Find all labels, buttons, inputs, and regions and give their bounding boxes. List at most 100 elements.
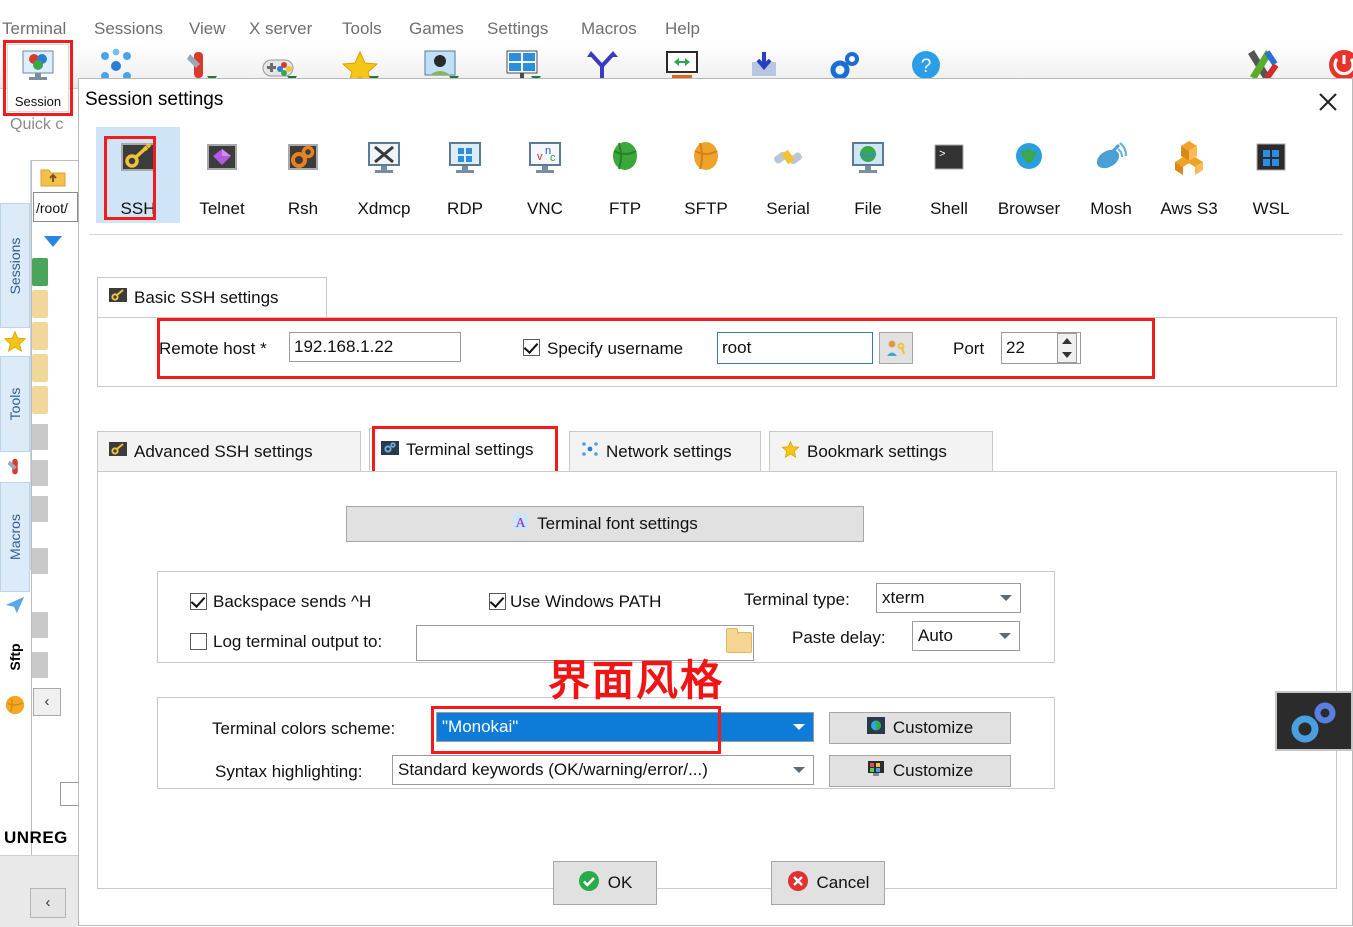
protocol-mosh[interactable]: Mosh bbox=[1069, 127, 1153, 223]
port-stepper[interactable] bbox=[1057, 333, 1077, 363]
check-circle-icon bbox=[578, 870, 600, 897]
key-icon bbox=[109, 287, 127, 308]
file-list-item[interactable] bbox=[32, 290, 48, 318]
menu-bar: Terminal Sessions View X server Tools Ga… bbox=[0, 14, 1353, 44]
file-list-item[interactable] bbox=[32, 652, 48, 678]
syntax-select[interactable]: Standard keywords (OK/warning/error/...) bbox=[392, 755, 814, 785]
protocol-label: RDP bbox=[447, 199, 483, 218]
specify-username-checkbox[interactable] bbox=[523, 339, 540, 356]
menu-item-terminal[interactable]: Terminal bbox=[2, 14, 66, 44]
protocol-rsh[interactable]: Rsh bbox=[261, 127, 345, 223]
menu-item-sessions[interactable]: Sessions bbox=[94, 14, 163, 44]
chevron-down-icon bbox=[793, 767, 805, 773]
sidebar-item-sessions[interactable]: Sessions bbox=[0, 203, 30, 328]
protocol-aws-s3[interactable]: Aws S3 bbox=[1147, 127, 1231, 223]
sidebar-item-macros[interactable]: Macros bbox=[0, 482, 30, 592]
syntax-colors-icon bbox=[867, 760, 885, 782]
ok-label: OK bbox=[607, 873, 633, 892]
file-list-item[interactable] bbox=[32, 424, 48, 450]
folder-icon[interactable] bbox=[726, 628, 752, 653]
aws-cubes-icon bbox=[1167, 135, 1211, 179]
menu-item-tools[interactable]: Tools bbox=[342, 14, 382, 44]
terminal-type-value: xterm bbox=[882, 588, 925, 607]
cancel-button[interactable]: Cancel bbox=[771, 861, 885, 905]
close-icon[interactable] bbox=[1314, 89, 1342, 117]
basic-ssh-settings-tab[interactable]: Basic SSH settings bbox=[97, 277, 327, 317]
quick-connect-label: Quick c bbox=[10, 116, 64, 133]
protocol-wsl[interactable]: WSL bbox=[1229, 127, 1313, 223]
backspace-checkbox[interactable] bbox=[190, 593, 207, 610]
protocol-sftp[interactable]: SFTP bbox=[664, 127, 748, 223]
port-stepper-up[interactable] bbox=[1058, 334, 1076, 348]
session-button[interactable]: Session bbox=[7, 44, 69, 112]
chevron-down-icon[interactable] bbox=[44, 236, 62, 247]
paste-delay-label: Paste delay: bbox=[792, 628, 886, 647]
ok-button[interactable]: OK bbox=[553, 861, 657, 905]
file-list-item[interactable] bbox=[32, 548, 48, 574]
menu-item-settings[interactable]: Settings bbox=[487, 14, 548, 44]
protocol-label: VNC bbox=[527, 199, 563, 218]
port-stepper-down[interactable] bbox=[1058, 348, 1076, 362]
user-browse-button[interactable] bbox=[879, 332, 913, 364]
paper-plane-icon bbox=[5, 596, 25, 614]
windows-path-checkbox[interactable] bbox=[489, 593, 506, 610]
terminal-type-select[interactable]: xterm bbox=[876, 583, 1021, 613]
gears-orange-icon bbox=[281, 135, 325, 179]
dialog-title: Session settings bbox=[85, 89, 224, 110]
protocol-browser[interactable]: Browser bbox=[987, 127, 1071, 223]
terminal-font-settings-button[interactable]: A Terminal font settings bbox=[346, 506, 864, 542]
file-list-item[interactable] bbox=[32, 460, 48, 486]
protocol-label: Aws S3 bbox=[1160, 199, 1218, 218]
terminal-type-label: Terminal type: bbox=[744, 590, 850, 609]
colors-customize-button[interactable]: Customize bbox=[829, 712, 1011, 744]
protocol-ftp[interactable]: FTP bbox=[583, 127, 667, 223]
tab-advanced-ssh-settings[interactable]: Advanced SSH settings bbox=[97, 431, 361, 471]
protocol-ssh[interactable]: SSH bbox=[96, 127, 180, 223]
sidebar-item-tools[interactable]: Tools bbox=[0, 356, 30, 452]
swiss-knife-icon bbox=[7, 458, 18, 475]
syntax-customize-label: Customize bbox=[892, 761, 974, 780]
scroll-left-button-bottom[interactable]: ‹ bbox=[30, 888, 66, 918]
file-list-item[interactable] bbox=[32, 612, 48, 638]
svg-text:>: > bbox=[939, 149, 946, 161]
protocol-telnet[interactable]: Telnet bbox=[180, 127, 264, 223]
remote-host-input[interactable] bbox=[289, 332, 461, 362]
tab-network-settings[interactable]: Network settings bbox=[569, 431, 761, 471]
file-list-item[interactable] bbox=[32, 386, 48, 414]
star-icon bbox=[781, 440, 800, 463]
path-display[interactable]: /root/ bbox=[33, 192, 78, 222]
menu-item-help[interactable]: Help bbox=[665, 14, 700, 44]
file-list-item[interactable] bbox=[32, 496, 48, 522]
tab-label: Bookmark settings bbox=[807, 441, 947, 461]
session-button-label: Session bbox=[14, 94, 62, 109]
green-globe-icon bbox=[603, 135, 647, 179]
protocol-xdmcp[interactable]: Xdmcp bbox=[342, 127, 426, 223]
file-list-item[interactable] bbox=[32, 354, 48, 382]
colors-scheme-label: Terminal colors scheme: bbox=[212, 719, 396, 738]
protocol-shell[interactable]: > Shell bbox=[907, 127, 991, 223]
file-list-item[interactable] bbox=[32, 258, 48, 286]
protocol-file[interactable]: File bbox=[826, 127, 910, 223]
protocol-label: SFTP bbox=[684, 199, 728, 218]
protocol-vnc[interactable]: v n c VNC bbox=[503, 127, 587, 223]
unregistered-label: UNREG bbox=[4, 828, 68, 847]
tab-bookmark-settings[interactable]: Bookmark settings bbox=[769, 431, 993, 471]
sidebar-item-sftp[interactable]: Sftp bbox=[0, 622, 30, 692]
scroll-left-button[interactable]: ‹ bbox=[33, 688, 61, 716]
svg-text:c: c bbox=[550, 152, 556, 164]
menu-item-macros[interactable]: Macros bbox=[581, 14, 637, 44]
colors-scheme-select[interactable]: "Monokai" bbox=[436, 712, 814, 742]
log-output-checkbox[interactable] bbox=[190, 633, 207, 650]
globe-monitor-icon bbox=[846, 135, 890, 179]
menu-item-xserver[interactable]: X server bbox=[249, 14, 312, 44]
syntax-customize-button[interactable]: Customize bbox=[829, 755, 1011, 787]
file-list-item[interactable] bbox=[32, 322, 48, 350]
menu-item-view[interactable]: View bbox=[189, 14, 226, 44]
menu-item-games[interactable]: Games bbox=[409, 14, 464, 44]
protocol-serial[interactable]: Serial bbox=[746, 127, 830, 223]
protocol-rdp[interactable]: RDP bbox=[423, 127, 507, 223]
paste-delay-select[interactable]: Auto bbox=[912, 621, 1020, 651]
parent-folder-icon[interactable] bbox=[40, 166, 66, 188]
tab-terminal-settings[interactable]: Terminal settings bbox=[369, 428, 557, 471]
username-input[interactable] bbox=[717, 332, 873, 364]
